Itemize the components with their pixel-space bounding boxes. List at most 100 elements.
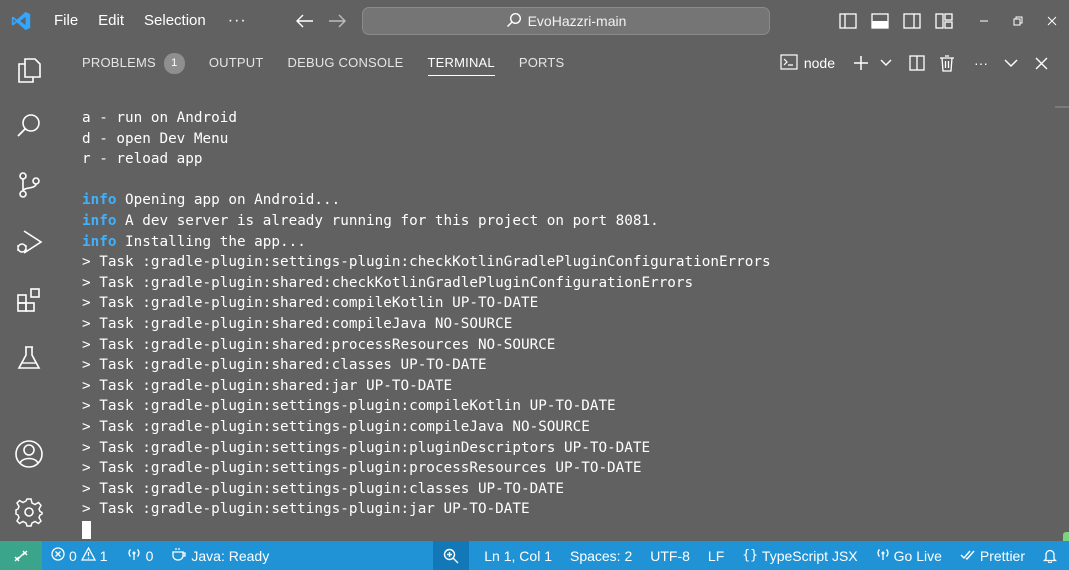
terminal-line-text: Installing the app... [116,233,306,250]
terminal-dropdown-chevron-icon[interactable] [877,49,895,77]
testing-flask-icon[interactable] [0,338,58,378]
ports-count: 0 [145,547,154,564]
menu-file[interactable]: File [44,0,88,42]
terminal-line: d - open Dev Menu [82,130,229,147]
notifications-bell-icon[interactable] [1034,541,1069,570]
go-live-button[interactable]: Go Live [867,541,951,570]
nav-arrows [295,11,347,31]
language-mode[interactable]: {} TypeScript JSX [733,541,866,570]
terminal-info-keyword: info [82,192,117,209]
customize-layout-icon[interactable] [929,6,959,36]
search-activity-icon[interactable] [0,106,58,146]
java-status[interactable]: Java: Ready [162,541,278,570]
terminal-cursor [82,520,91,539]
terminal-line: > Task :gradle-plugin:settings-plugin:co… [82,398,616,415]
tab-terminal[interactable]: TERMINAL [427,42,496,84]
terminal-line: info Installing the app... [82,232,1042,253]
panel-more-button[interactable]: ··· [967,49,995,77]
double-check-icon [960,548,976,564]
tab-output[interactable]: OUTPUT [209,42,264,84]
cursor-position[interactable]: Ln 1, Col 1 [475,541,561,570]
java-cup-icon [171,547,187,564]
zoom-icon[interactable] [433,541,470,570]
run-debug-icon[interactable] [0,222,58,262]
terminal-output[interactable]: a - run on Android d - open Dev Menu r - r… [82,108,1042,541]
terminal-line: > Task :gradle-plugin:settings-plugin:pr… [82,460,642,477]
indentation[interactable]: Spaces: 2 [561,541,641,570]
title-right-controls [831,0,1069,42]
problems-count-badge: 1 [163,52,185,74]
terminal-name: node [803,55,835,71]
menu-selection[interactable]: Selection [134,0,216,42]
terminal-selector[interactable]: node [780,49,835,77]
terminal-line: > Task :gradle-plugin:shared:compileJava… [82,315,513,332]
toggle-panel-icon[interactable] [865,6,895,36]
minimize-icon[interactable] [967,0,1001,42]
close-icon[interactable] [1035,0,1069,42]
terminal-line: info A dev server is already running for… [82,211,1042,232]
tab-problems[interactable]: PROBLEMS 1 [82,42,185,84]
restore-icon[interactable] [1001,0,1035,42]
scrollbar-marker [1055,106,1069,108]
menu-edit[interactable]: Edit [88,0,134,42]
terminal-line: a - run on Android [82,110,237,126]
terminal-line: info Opening app on Android... [82,190,1042,211]
terminal-icon [780,53,798,73]
warning-icon [80,546,96,564]
problems-status[interactable]: 0 1 [42,541,117,570]
language-label: TypeScript JSX [761,547,858,564]
radio-tower-icon [126,547,142,564]
prettier-label: Prettier [979,547,1025,564]
ports-status[interactable]: 0 [117,541,163,570]
accounts-icon[interactable] [0,434,58,474]
java-status-label: Java: Ready [191,547,270,564]
new-terminal-icon[interactable] [847,49,875,77]
command-center-search[interactable]: EvoHazzri-main [362,7,770,35]
tab-ports[interactable]: PORTS [519,42,565,84]
broadcast-icon [876,547,890,564]
vscode-logo-icon [0,0,42,42]
title-bar: File Edit Selection ··· EvoHazzri-main [0,0,1069,42]
workspace-name: EvoHazzri-main [527,13,627,29]
terminal-line: > Task :gradle-plugin:shared:processReso… [82,336,556,353]
end-of-line[interactable]: LF [699,541,733,570]
maximize-panel-chevron-icon[interactable] [997,49,1025,77]
error-count: 0 [69,547,77,564]
status-bar-right: Ln 1, Col 1 Spaces: 2 UTF-8 LF {} TypeSc… [433,541,1069,570]
tab-debug-console[interactable]: DEBUG CONSOLE [288,42,404,84]
terminal-prompt-line [82,520,1042,541]
status-bar: 0 1 0 Java: Ready Ln 1, Col 1 Spaces: 2 … [0,541,1069,570]
search-icon [506,12,522,31]
close-panel-icon[interactable] [1027,49,1055,77]
back-arrow-icon[interactable] [295,11,315,31]
settings-gear-icon[interactable] [0,492,58,532]
menu-bar: File Edit Selection ··· [44,0,259,42]
terminal-info-keyword: info [82,233,117,250]
error-icon [51,547,65,564]
activity-bar [0,42,58,541]
remote-indicator-icon[interactable] [0,541,42,570]
terminal-line: > Task :gradle-plugin:settings-plugin:co… [82,418,590,435]
source-control-icon[interactable] [0,165,58,205]
terminal-line: > Task :gradle-plugin:settings-plugin:pl… [82,439,651,456]
split-terminal-icon[interactable] [903,49,931,77]
prettier-status[interactable]: Prettier [951,541,1034,570]
extensions-icon[interactable] [0,280,58,320]
terminal-line: r - reload app [82,151,203,168]
braces-icon: {} [742,548,758,563]
terminal-line-text: A dev server is already running for this… [116,212,659,229]
forward-arrow-icon[interactable] [327,11,347,31]
bottom-panel: PROBLEMS 1 OUTPUT DEBUG CONSOLE TERMINAL… [58,42,1069,564]
terminal-line: > Task :gradle-plugin:shared:classes UP-… [82,357,487,374]
warning-count: 1 [99,547,108,564]
menu-more-button[interactable]: ··· [216,12,259,30]
toggle-secondary-sidebar-icon[interactable] [897,6,927,36]
terminal-line-text: Opening app on Android... [116,192,341,209]
explorer-icon[interactable] [0,50,58,90]
kill-terminal-trash-icon[interactable] [933,49,961,77]
encoding[interactable]: UTF-8 [641,541,699,570]
go-live-label: Go Live [893,547,942,564]
toggle-primary-sidebar-icon[interactable] [833,6,863,36]
terminal-info-keyword: info [82,212,117,229]
terminal-line: > Task :gradle-plugin:settings-plugin:cl… [82,480,565,497]
